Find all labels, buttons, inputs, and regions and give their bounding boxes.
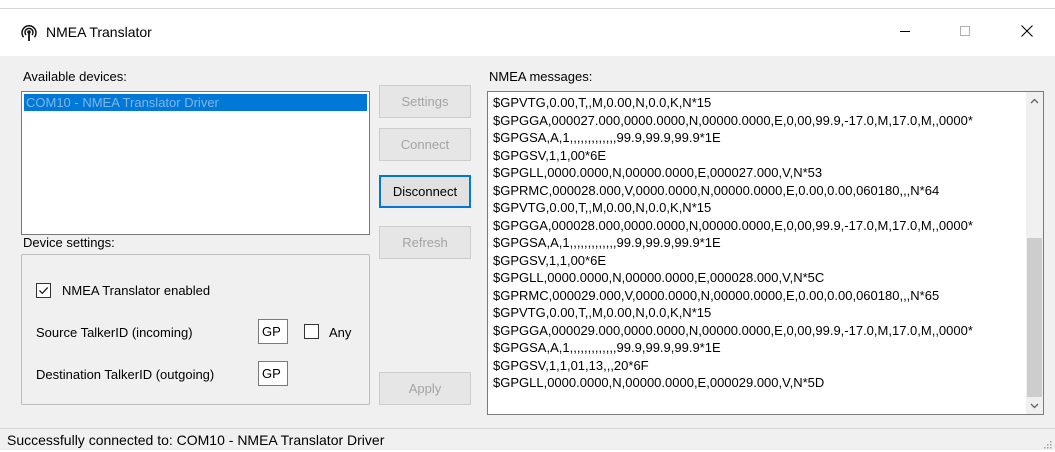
scroll-up-button[interactable]	[1026, 92, 1043, 109]
message-line: $GPGSA,A,1,,,,,,,,,,,,,99.9,99.9,99.9*1E	[493, 130, 721, 145]
message-line: $GPGLL,0000.0000,N,00000.0000,E,000029.0…	[493, 375, 825, 390]
title-bar[interactable]: NMEA Translator	[0, 9, 1055, 56]
antenna-signal-icon	[20, 24, 38, 42]
message-line: $GPGSA,A,1,,,,,,,,,,,,,99.9,99.9,99.9*1E	[493, 235, 721, 250]
resize-grip-icon[interactable]	[1042, 437, 1052, 449]
connect-button[interactable]: Connect	[379, 128, 471, 161]
message-line: $GPGGA,000029.000,0000.0000,N,00000.0000…	[493, 322, 973, 338]
message-line: $GPGLL,0000.0000,N,00000.0000,E,000028.0…	[493, 270, 825, 285]
maximize-icon	[959, 25, 971, 40]
destination-talkerid-input[interactable]: GP	[258, 361, 288, 386]
status-text: Successfully connected to: COM10 - NMEA …	[7, 432, 385, 448]
chevron-down-icon	[1030, 403, 1039, 408]
settings-button[interactable]: Settings	[379, 85, 471, 118]
message-line: $GPGSV,1,1,01,13,,,20*6F	[493, 357, 649, 373]
message-line: $GPVTG,0.00,T,,M,0.00,N,0.0,K,N*15	[493, 95, 712, 110]
any-checkbox-label[interactable]: Any	[329, 325, 351, 340]
message-lines: $GPVTG,0.00,T,,M,0.00,N,0.0,K,N*15 $GPGGA…	[493, 94, 1028, 392]
devices-listbox[interactable]: COM10 - NMEA Translator Driver	[21, 91, 370, 235]
disconnect-button[interactable]: Disconnect	[379, 175, 471, 208]
message-line: $GPVTG,0.00,T,,M,0.00,N,0.0,K,N*15	[493, 200, 712, 215]
checkmark-icon	[39, 287, 49, 295]
message-line: $GPRMC,000028.000,V,0000.0000,N,00000.00…	[493, 182, 940, 198]
message-line: $GPGSV,1,1,00*6E	[493, 252, 606, 268]
message-line: $GPGSV,1,1,00*6E	[493, 147, 606, 163]
message-line: $GPVTG,0.00,T,,M,0.00,N,0.0,K,N*15	[493, 305, 712, 320]
minimize-button[interactable]	[882, 9, 928, 56]
close-button[interactable]	[1004, 9, 1050, 56]
maximize-button[interactable]	[942, 9, 988, 56]
scroll-down-button[interactable]	[1026, 397, 1043, 414]
message-line: $GPGSA,A,1,,,,,,,,,,,,,99.9,99.9,99.9*1E	[493, 340, 721, 355]
device-list-item[interactable]: COM10 - NMEA Translator Driver	[24, 94, 367, 111]
source-talkerid-input[interactable]: GP	[258, 319, 288, 344]
refresh-button[interactable]: Refresh	[379, 226, 471, 259]
minimize-icon	[899, 25, 911, 40]
device-settings-group: NMEA Translator enabled Source TalkerID …	[21, 254, 370, 405]
app-window: NMEA Translator Available devices: COM10…	[0, 8, 1055, 450]
enabled-checkbox[interactable]	[36, 283, 51, 298]
window-title: NMEA Translator	[46, 24, 152, 40]
available-devices-label: Available devices:	[23, 69, 127, 84]
nmea-messages-label: NMEA messages:	[489, 69, 593, 84]
nmea-messages-textbox[interactable]: $GPVTG,0.00,T,,M,0.00,N,0.0,K,N*15 $GPGGA…	[487, 91, 1044, 415]
source-talkerid-label: Source TalkerID (incoming)	[36, 325, 193, 340]
vertical-scrollbar[interactable]	[1026, 92, 1043, 414]
apply-button[interactable]: Apply	[379, 372, 471, 405]
message-line: $GPGGA,000028.000,0000.0000,N,00000.0000…	[493, 217, 973, 233]
destination-talkerid-label: Destination TalkerID (outgoing)	[36, 367, 215, 382]
scroll-thumb[interactable]	[1027, 238, 1042, 397]
device-settings-label: Device settings:	[23, 235, 115, 250]
message-line: $GPGGA,000027.000,0000.0000,N,00000.0000…	[493, 112, 973, 128]
enabled-checkbox-label[interactable]: NMEA Translator enabled	[62, 283, 210, 298]
any-checkbox[interactable]	[304, 324, 319, 339]
message-line: $GPRMC,000029.000,V,0000.0000,N,00000.00…	[493, 287, 940, 303]
chevron-up-icon	[1030, 98, 1039, 103]
message-line: $GPGLL,0000.0000,N,00000.0000,E,000027.0…	[493, 165, 823, 180]
status-bar: Successfully connected to: COM10 - NMEA …	[0, 428, 1055, 450]
close-icon	[1020, 24, 1034, 41]
